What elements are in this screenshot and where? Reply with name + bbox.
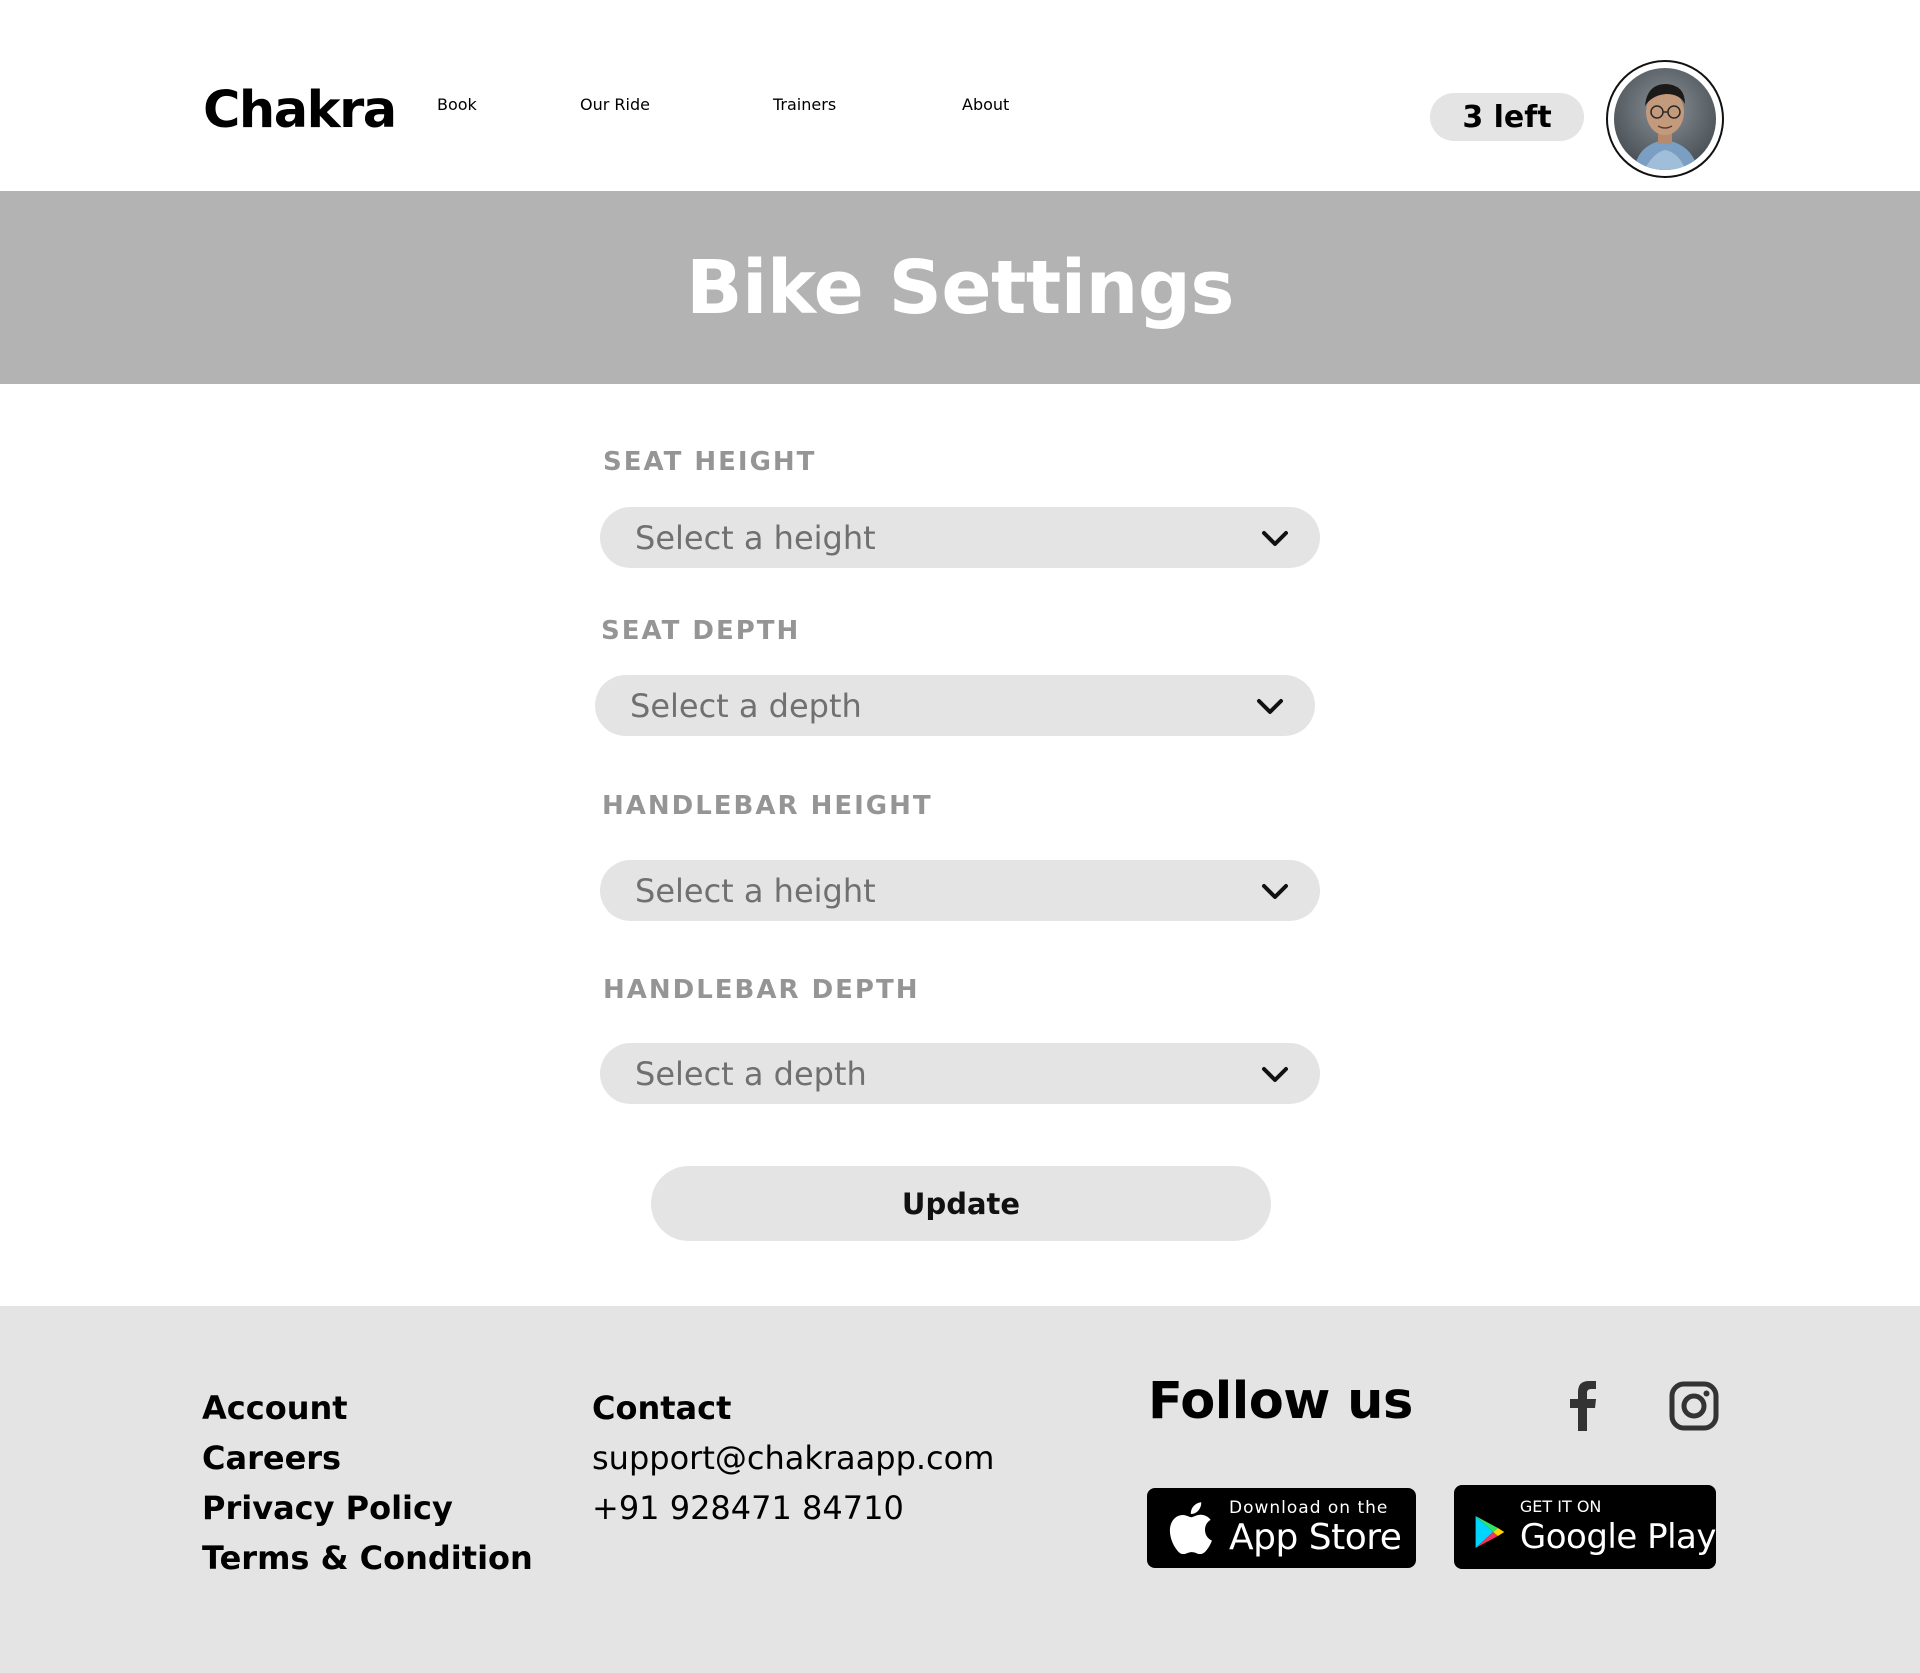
handlebar-depth-label: HANDLEBAR DEPTH xyxy=(603,975,920,1005)
footer-link-account[interactable]: Account xyxy=(202,1389,348,1427)
follow-us-heading: Follow us xyxy=(1148,1372,1413,1431)
handlebar-height-value: Select a height xyxy=(635,871,876,910)
footer-link-privacy-policy[interactable]: Privacy Policy xyxy=(202,1489,453,1527)
page-banner: Bike Settings xyxy=(0,191,1920,384)
seat-height-label: SEAT HEIGHT xyxy=(603,447,817,477)
app-store-small-text: Download on the xyxy=(1229,1498,1389,1518)
seat-depth-value: Select a depth xyxy=(630,686,862,725)
handlebar-depth-value: Select a depth xyxy=(635,1054,867,1093)
top-header: Chakra Book Our Ride Trainers About 3 le… xyxy=(0,0,1920,191)
nav-link-about[interactable]: About xyxy=(962,95,1009,114)
facebook-icon[interactable] xyxy=(1562,1378,1604,1434)
brand-logo[interactable]: Chakra xyxy=(203,78,397,144)
chevron-down-icon xyxy=(1262,1067,1288,1082)
seat-depth-label: SEAT DEPTH xyxy=(601,616,801,646)
user-avatar[interactable] xyxy=(1606,60,1724,178)
page-title: Bike Settings xyxy=(686,244,1234,331)
nav-link-book[interactable]: Book xyxy=(437,95,477,114)
nav-link-our-ride[interactable]: Our Ride xyxy=(580,95,650,114)
nav-link-trainers[interactable]: Trainers xyxy=(773,95,836,114)
rides-left-badge[interactable]: 3 left xyxy=(1430,93,1584,141)
contact-email-link[interactable]: support@chakraapp.com xyxy=(592,1439,994,1477)
google-play-big-text: Google Play xyxy=(1519,1517,1717,1557)
chevron-down-icon xyxy=(1262,884,1288,899)
seat-depth-select[interactable]: Select a depth xyxy=(595,675,1315,736)
footer-link-terms[interactable]: Terms & Condition xyxy=(202,1539,533,1577)
contact-phone-link[interactable]: +91 928471 84710 xyxy=(592,1489,904,1527)
seat-height-select[interactable]: Select a height xyxy=(600,507,1320,568)
avatar-photo xyxy=(1614,68,1716,170)
app-store-big-text: App Store xyxy=(1229,1517,1402,1558)
contact-heading: Contact xyxy=(592,1389,732,1427)
chevron-down-icon xyxy=(1262,531,1288,546)
app-store-badge[interactable]: Download on the App Store xyxy=(1147,1488,1416,1568)
handlebar-height-label: HANDLEBAR HEIGHT xyxy=(602,791,933,821)
handlebar-depth-select[interactable]: Select a depth xyxy=(600,1043,1320,1104)
seat-height-value: Select a height xyxy=(635,518,876,557)
update-button[interactable]: Update xyxy=(651,1166,1271,1241)
footer-link-careers[interactable]: Careers xyxy=(202,1439,341,1477)
instagram-icon[interactable] xyxy=(1668,1380,1720,1432)
chevron-down-icon xyxy=(1257,699,1283,714)
google-play-icon xyxy=(1475,1516,1505,1548)
apple-icon xyxy=(1169,1502,1212,1554)
handlebar-height-select[interactable]: Select a height xyxy=(600,860,1320,921)
google-play-small-text: GET IT ON xyxy=(1519,1497,1602,1516)
google-play-badge[interactable]: GET IT ON Google Play xyxy=(1454,1485,1717,1569)
